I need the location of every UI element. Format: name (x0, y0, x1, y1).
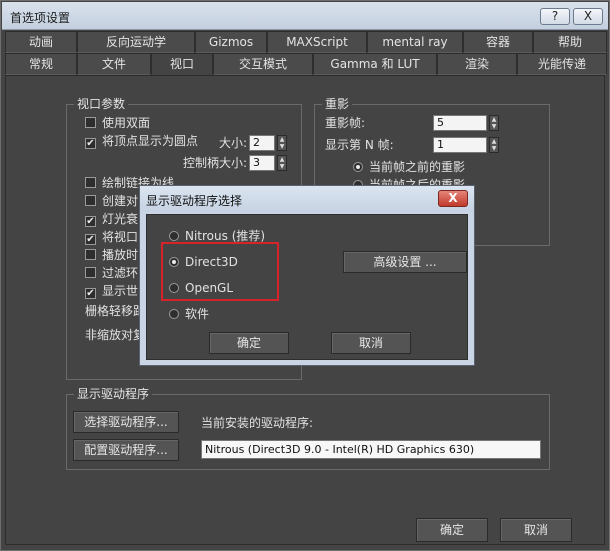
checkbox-box (85, 267, 96, 278)
ghost-frames-input[interactable]: 5 (433, 115, 487, 131)
tab-animation[interactable]: 动画 (5, 31, 77, 53)
checkmark-icon: ✔ (85, 216, 96, 227)
advanced-settings-button[interactable]: 高级设置 ... (343, 251, 467, 273)
dialog-title: 显示驱动程序选择 (146, 194, 243, 208)
checkbox-box (85, 249, 96, 260)
help-button[interactable]: ? (540, 8, 570, 25)
tab-interaction-mode[interactable]: 交互模式 (213, 53, 313, 75)
tab-maxscript[interactable]: MAXScript (267, 31, 367, 53)
checkbox-label: 灯光衰 (102, 212, 139, 226)
dialog-cancel-button[interactable]: 取消 (331, 332, 411, 354)
dialog-ok-button[interactable]: 确定 (209, 332, 289, 354)
driver-selection-dialog: 显示驱动程序选择 X Nitrous (推荐) Direct3D OpenGL … (139, 185, 475, 366)
radio-label: 软件 (185, 307, 210, 321)
choose-driver-button[interactable]: 选择驱动程序... (73, 411, 179, 433)
tab-help[interactable]: 帮助 (533, 31, 607, 53)
viewport-option-checkbox[interactable]: ✔ 灯光衰 (85, 211, 138, 227)
installed-driver-label: 当前安装的驱动程序: (201, 416, 314, 430)
dialog-close-button[interactable]: X (438, 190, 468, 207)
checkbox-label: 播放时 (102, 248, 139, 262)
checkbox-box (85, 177, 96, 188)
configure-driver-button[interactable]: 配置驱动程序... (73, 439, 179, 461)
tab-files[interactable]: 文件 (77, 53, 151, 75)
nth-frame-label: 显示第 N 帧: (325, 138, 394, 152)
dialog-title-bar: 显示驱动程序选择 X (140, 186, 474, 212)
close-button[interactable]: X (573, 8, 603, 25)
highlight-box (161, 242, 279, 301)
ghost-frames-spinner-arrows[interactable]: ▲ ▼ (489, 115, 499, 131)
size-input[interactable]: 2 (249, 135, 275, 151)
title-bar: 首选项设置 ? X (2, 2, 608, 30)
cancel-button[interactable]: 取消 (500, 518, 572, 542)
handle-size-spinner-arrows[interactable]: ▲ ▼ (277, 155, 287, 171)
checkbox-label: 使用双面 (102, 116, 151, 130)
checkbox-label: 过滤环 (102, 266, 139, 280)
preferences-window: 首选项设置 ? X 动画 反向运动学 Gizmos MAXScript ment… (0, 0, 610, 551)
radio-dot (169, 309, 179, 319)
display-drivers-group: 显示驱动程序 选择驱动程序... 当前安装的驱动程序: 配置驱动程序... Ni… (66, 387, 550, 470)
non-scale-label: 非缩放对复 (85, 328, 146, 342)
radio-label: Nitrous (推荐) (185, 229, 266, 243)
group-title: 视口参数 (74, 97, 129, 111)
tab-radiosity[interactable]: 光能传递 (517, 53, 607, 75)
tab-rendering[interactable]: 渲染 (437, 53, 517, 75)
viewport-option-checkbox[interactable]: ✔ 将视口 (85, 229, 138, 245)
verts-as-dots-checkbox[interactable]: ✔ 将顶点显示为圆点 (85, 133, 198, 149)
group-title: 重影 (322, 97, 353, 111)
handle-size-label: 控制柄大小: (183, 156, 248, 170)
size-spinner-arrows[interactable]: ▲ ▼ (277, 135, 287, 151)
ghost-before-radio[interactable]: 当前帧之前的重影 (353, 159, 465, 175)
checkmark-icon: ✔ (85, 288, 96, 299)
checkbox-label: 显示世 (102, 284, 139, 298)
tab-ik[interactable]: 反向运动学 (77, 31, 195, 53)
group-title: 显示驱动程序 (74, 387, 153, 401)
tab-mental-ray[interactable]: mental ray (367, 31, 463, 53)
radio-dot (353, 162, 363, 172)
driver-option-software[interactable]: 软件 (169, 306, 209, 322)
checkbox-label: 将顶点显示为圆点 (102, 134, 199, 148)
tab-general[interactable]: 常规 (5, 53, 77, 75)
radio-label: 当前帧之前的重影 (369, 160, 466, 174)
window-title: 首选项设置 (10, 11, 71, 25)
checkmark-icon: ✔ (85, 234, 96, 245)
installed-driver-field[interactable]: Nitrous (Direct3D 9.0 - Intel(R) HD Grap… (201, 440, 541, 459)
tab-gamma-lut[interactable]: Gamma 和 LUT (313, 53, 437, 75)
viewport-option-checkbox[interactable]: 过滤环 (85, 265, 138, 281)
tab-viewports[interactable]: 视口 (151, 53, 213, 75)
tab-containers[interactable]: 容器 (463, 31, 533, 53)
checkbox-box (85, 117, 96, 128)
size-label: 大小: (219, 136, 248, 150)
checkbox-label: 将视口 (102, 230, 139, 244)
tab-gizmos[interactable]: Gizmos (195, 31, 267, 53)
use-double-sided-checkbox[interactable]: 使用双面 (85, 115, 150, 131)
checkbox-box (85, 195, 96, 206)
ok-button[interactable]: 确定 (416, 518, 488, 542)
dialog-body: Nitrous (推荐) Direct3D OpenGL 软件 高级设置 ...… (146, 214, 468, 360)
viewport-option-checkbox[interactable]: ✔ 显示世 (85, 283, 138, 299)
ghost-frames-label: 重影帧: (325, 116, 366, 130)
viewport-option-checkbox[interactable]: 创建对 (85, 193, 138, 209)
radio-dot (169, 231, 179, 241)
checkmark-icon: ✔ (85, 138, 96, 149)
nth-frame-spinner-arrows[interactable]: ▲ ▼ (489, 137, 499, 153)
viewport-option-checkbox[interactable]: 播放时 (85, 247, 138, 263)
handle-size-input[interactable]: 3 (249, 155, 275, 171)
grid-nudge-label: 栅格轻移距 (85, 304, 146, 318)
nth-frame-input[interactable]: 1 (433, 137, 487, 153)
checkbox-label: 创建对 (102, 194, 139, 208)
